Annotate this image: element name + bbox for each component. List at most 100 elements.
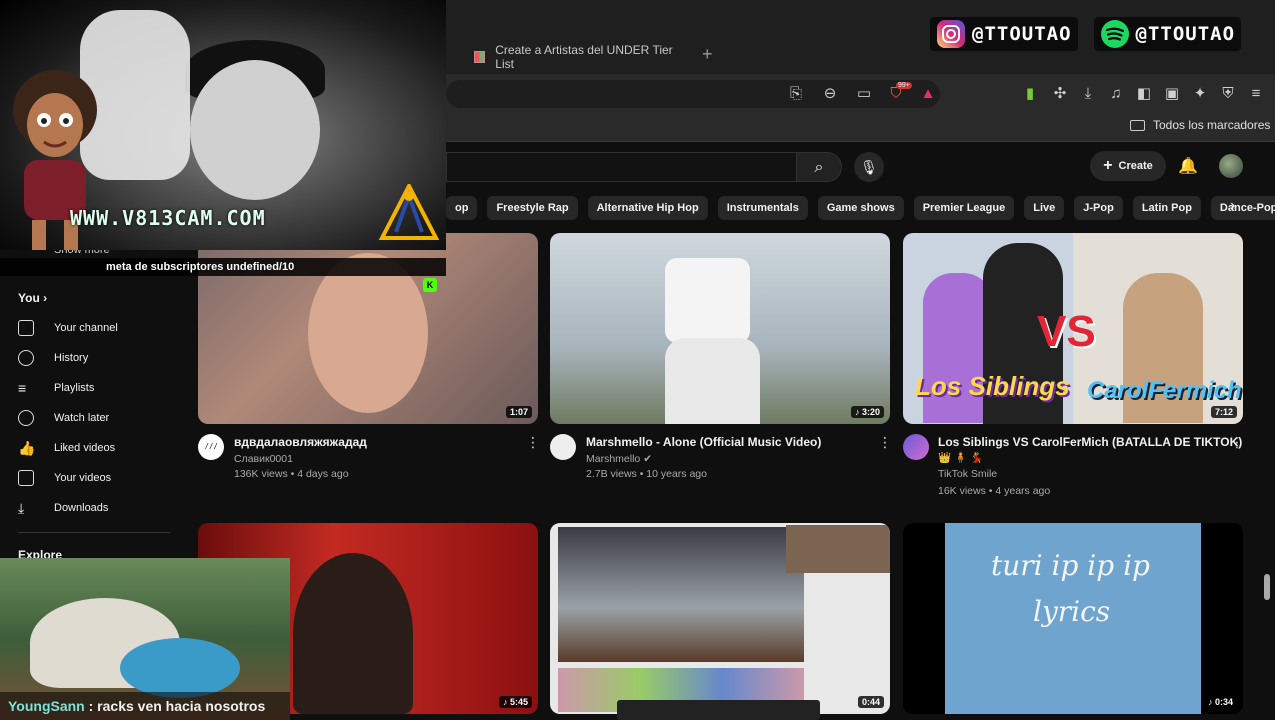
video-subtitle-emoji: 👑 🧍 💃 bbox=[938, 452, 984, 464]
video-thumbnail[interactable]: Los Siblings VS CarolFermich 7:12 bbox=[903, 233, 1243, 424]
cast-icon[interactable]: ▭ bbox=[854, 84, 874, 104]
channel-name-text: Marshmello bbox=[586, 453, 641, 465]
music-icon: ♪ bbox=[854, 407, 862, 417]
subscriber-goal-bar: meta de subscriptores undefined/10 bbox=[0, 258, 446, 276]
sidebar-item-label: Downloads bbox=[54, 502, 109, 514]
thumbnail-text: CarolFermich bbox=[1087, 377, 1242, 404]
chat-message-overlay: YoungSann : racks ven hacia nosotros bbox=[0, 692, 290, 720]
music-icon: ♪ bbox=[1207, 697, 1215, 707]
scrollbar-thumb[interactable] bbox=[1264, 574, 1270, 600]
video-title[interactable]: Los Siblings VS CarolFerMich (BATALLA DE… bbox=[938, 435, 1242, 449]
instagram-handle: @TTOUTAO bbox=[930, 17, 1078, 51]
video-title[interactable]: Marshmello - Alone (Official Music Video… bbox=[586, 435, 821, 449]
more-options-icon[interactable]: ⋮ bbox=[1230, 434, 1244, 451]
chevron-right-icon: › bbox=[43, 291, 48, 305]
chip-live[interactable]: Live bbox=[1024, 196, 1065, 220]
chip-instrumentals[interactable]: Instrumentals bbox=[717, 196, 808, 220]
translate-icon[interactable]: ⎘ bbox=[786, 84, 806, 104]
category-chips: op Freestyle Rap Alternative Hip Hop Ins… bbox=[446, 196, 1275, 220]
sidebar-item-label: Liked videos bbox=[54, 442, 116, 454]
channel-avatar[interactable]: / / / bbox=[198, 434, 224, 460]
duration-text: 3:20 bbox=[861, 407, 880, 417]
you-section-header[interactable]: You › bbox=[18, 291, 47, 305]
thumbnail-face bbox=[308, 253, 428, 413]
brave-rewards-icon[interactable]: ▲ bbox=[918, 84, 938, 104]
wallet-icon[interactable]: ▣ bbox=[1162, 84, 1182, 104]
more-options-icon[interactable]: ⋮ bbox=[526, 434, 540, 451]
browser-tab[interactable]: Create a Artistas del UNDER Tier List bbox=[462, 40, 692, 74]
chip-game-shows[interactable]: Game shows bbox=[817, 196, 904, 220]
video-thumbnail[interactable]: ♪ 3:20 bbox=[550, 233, 890, 424]
create-button[interactable]: + Create bbox=[1090, 151, 1166, 181]
all-bookmarks-label: Todos los marcadores bbox=[1153, 118, 1271, 132]
tab-title: Create a Artistas del UNDER Tier List bbox=[495, 43, 673, 71]
download-icon[interactable]: ⤓ bbox=[1078, 84, 1098, 104]
thumbnail-text: turi ip ip ip bbox=[991, 549, 1150, 582]
video-stats: 16K views • 4 years ago bbox=[938, 485, 1051, 497]
vpn-icon[interactable]: ⛨ bbox=[1218, 84, 1238, 104]
mic-icon: 🎙 bbox=[860, 159, 878, 175]
media-icon[interactable]: ♫ bbox=[1106, 84, 1126, 104]
verified-icon: ✔ bbox=[643, 453, 652, 465]
thumbnail-person bbox=[293, 553, 413, 714]
search-input[interactable] bbox=[446, 152, 796, 182]
thumbnail-cam bbox=[786, 525, 890, 573]
equalizer-icon[interactable]: ▮ bbox=[1020, 84, 1040, 104]
channel-icon bbox=[18, 320, 34, 336]
sidebar-item-your-channel[interactable]: Your channel bbox=[0, 313, 170, 343]
extensions-icon[interactable]: ✣ bbox=[1050, 84, 1070, 104]
sidebar-item-label: Your channel bbox=[54, 322, 118, 334]
leo-icon[interactable]: ✦ bbox=[1190, 84, 1210, 104]
sidebar-item-liked-videos[interactable]: 👍 Liked videos bbox=[0, 433, 170, 463]
social-handles-overlay: @TTOUTAO @TTOUTAO bbox=[930, 14, 1242, 54]
thumbnail-text: Los Siblings bbox=[915, 371, 1070, 401]
video-duration: ♪ 5:45 bbox=[498, 696, 532, 708]
streamer-face bbox=[190, 60, 320, 200]
sidebar-item-downloads[interactable]: ⤓ Downloads bbox=[0, 493, 170, 523]
video-stats: 136K views • 4 days ago bbox=[234, 468, 349, 480]
chip-j-pop[interactable]: J-Pop bbox=[1074, 196, 1123, 220]
sidebar-item-playlists[interactable]: ≡ Playlists bbox=[0, 373, 170, 403]
new-tab-button[interactable]: + bbox=[702, 44, 713, 65]
menu-icon[interactable]: ≡ bbox=[1246, 84, 1266, 104]
video-thumbnail[interactable]: 0:44 bbox=[550, 523, 890, 714]
chip-hiphop[interactable]: op bbox=[446, 196, 478, 220]
music-icon: ♪ bbox=[502, 697, 510, 707]
video-thumbnail[interactable]: turi ip ip ip lyrics ♪ 0:34 bbox=[903, 523, 1243, 714]
chip-latin-pop[interactable]: Latin Pop bbox=[1132, 196, 1201, 220]
channel-avatar[interactable] bbox=[903, 434, 929, 460]
more-options-icon[interactable]: ⋮ bbox=[878, 434, 892, 451]
sidebar-icon[interactable]: ◧ bbox=[1134, 84, 1154, 104]
chip-freestyle-rap[interactable]: Freestyle Rap bbox=[487, 196, 578, 220]
search-button[interactable]: ⌕ bbox=[796, 152, 842, 182]
chip-dance-pop[interactable]: Dance-Pop bbox=[1210, 196, 1275, 220]
channel-avatar[interactable] bbox=[550, 434, 576, 460]
marshmello-head bbox=[665, 258, 750, 343]
cam-watermark: WWW.V813CAM.COM bbox=[70, 206, 266, 230]
marshmello-body bbox=[665, 338, 760, 424]
sidebar-item-your-videos[interactable]: Your videos bbox=[0, 463, 170, 493]
duration-text: 5:45 bbox=[509, 697, 528, 707]
channel-name[interactable]: Marshmello ✔ bbox=[586, 453, 652, 465]
voice-search-button[interactable]: 🎙 bbox=[854, 152, 884, 182]
notifications-bell-icon[interactable]: 🔔 bbox=[1178, 156, 1198, 176]
watch-later-icon bbox=[18, 410, 34, 426]
account-avatar[interactable] bbox=[1219, 154, 1243, 178]
all-bookmarks-button[interactable]: Todos los marcadores bbox=[1130, 118, 1270, 132]
history-icon bbox=[18, 350, 34, 366]
channel-name[interactable]: TikTok Smile bbox=[938, 468, 997, 480]
video-title[interactable]: вдвдалаовляжяжадад bbox=[234, 435, 367, 449]
zoom-icon[interactable]: ⊖ bbox=[820, 84, 840, 104]
channel-name[interactable]: Славик0001 bbox=[234, 453, 293, 465]
spotify-icon bbox=[1100, 20, 1129, 48]
chat-username: YoungSann bbox=[8, 698, 85, 714]
sidebar-item-history[interactable]: History bbox=[0, 343, 170, 373]
webcam-overlay: WWW.V813CAM.COM bbox=[0, 0, 446, 250]
sidebar-item-watch-later[interactable]: Watch later bbox=[0, 403, 170, 433]
chevron-right-icon[interactable]: › bbox=[1230, 197, 1235, 215]
playlists-icon: ≡ bbox=[18, 380, 27, 396]
chip-premier-league[interactable]: Premier League bbox=[913, 196, 1015, 220]
like-icon: 👍 bbox=[18, 439, 36, 456]
search-icon: ⌕ bbox=[814, 159, 824, 176]
chip-alternative-hip-hop[interactable]: Alternative Hip Hop bbox=[587, 196, 708, 220]
